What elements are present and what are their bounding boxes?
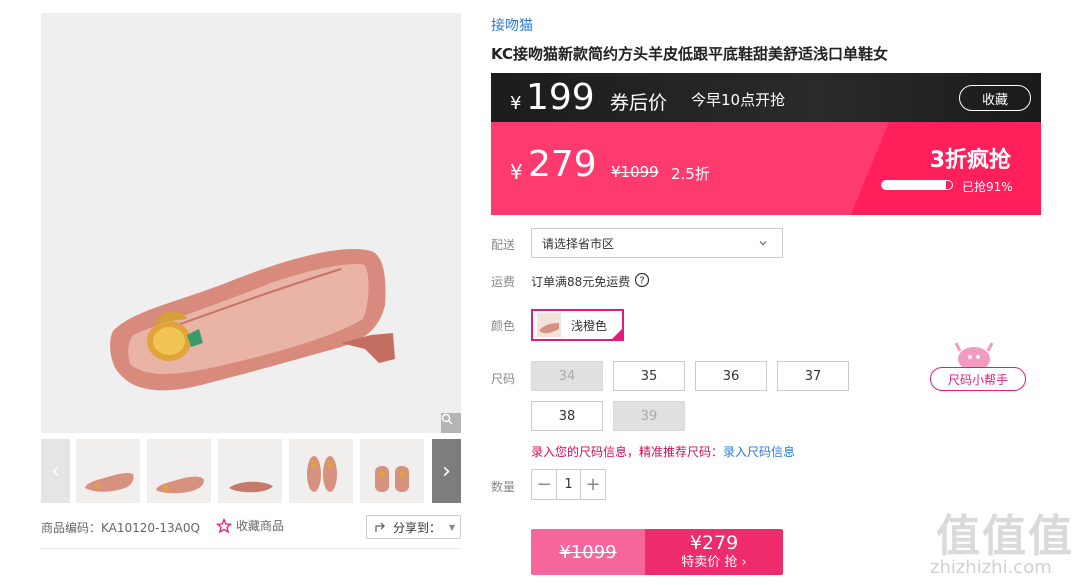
share-dropdown[interactable]: 分享到： ▼ — [366, 515, 461, 539]
thumbnail-strip: ‹ › — [41, 439, 461, 503]
size-label: 尺码 — [491, 372, 516, 386]
size-helper-button[interactable]: 尺码小帮手 — [930, 337, 1026, 391]
chevron-left-icon: ‹ — [51, 458, 60, 484]
thumb-prev-button[interactable]: ‹ — [41, 439, 70, 503]
chevron-right-icon: › — [442, 458, 451, 484]
buy-original-price: ¥1099 — [531, 529, 645, 575]
watermark-logo: 值值值 — [936, 511, 1074, 562]
currency-symbol: ¥ — [510, 93, 522, 114]
sold-progress-fill — [882, 181, 946, 189]
product-meta-row: 商品编码：KA10120-13A0Q 收藏商品 分享到： ▼ — [41, 515, 461, 539]
flash-sale-label: 3折疯抢 — [929, 148, 1011, 173]
discount-label: 2.5折 — [671, 165, 710, 183]
product-main-image — [41, 13, 461, 433]
quantity-stepper: − 1 + — [531, 469, 606, 500]
currency-symbol: ¥ — [510, 160, 523, 184]
thumbnail-item[interactable] — [289, 439, 353, 503]
size-option[interactable]: 34 — [531, 361, 603, 391]
sold-progress-bar — [881, 180, 953, 190]
size-option[interactable]: 38 — [531, 401, 603, 431]
shipping-info: 订单满88元免运费 — [531, 275, 631, 289]
color-option-selected[interactable]: 浅橙色 — [531, 309, 624, 341]
thumbnail-item[interactable] — [218, 439, 282, 503]
product-code: 商品编码：KA10120-13A0Q — [41, 521, 200, 535]
size-option[interactable]: 36 — [695, 361, 767, 391]
sale-start-time: 今早10点开抢 — [691, 91, 786, 109]
size-helper-label: 尺码小帮手 — [930, 367, 1026, 391]
thumbnail-item[interactable] — [147, 439, 211, 503]
brand-link[interactable]: 接吻猫 — [491, 15, 533, 35]
site-watermark: 值值值 zhizhizhi.com — [930, 500, 1080, 582]
original-price: ¥1099 — [611, 163, 659, 181]
divider — [41, 548, 461, 549]
coupon-price-label: 券后价 — [610, 92, 668, 114]
share-icon — [375, 522, 385, 532]
thumbnail-item[interactable] — [360, 439, 424, 503]
size-info-row: 录入您的尺码信息，精准推荐尺码：录入尺码信息 — [531, 443, 795, 460]
zoom-icon[interactable] — [441, 413, 461, 433]
star-icon — [216, 517, 232, 533]
color-swatch-image — [537, 313, 561, 337]
quantity-input[interactable]: 1 — [556, 470, 581, 499]
size-option[interactable]: 35 — [613, 361, 685, 391]
thumbnail-item[interactable] — [76, 439, 140, 503]
sold-percent-label: 已抢91% — [962, 180, 1013, 194]
shipping-label: 运费 — [491, 275, 516, 289]
size-option[interactable]: 39 — [613, 401, 685, 431]
favorite-product-button[interactable]: 收藏商品 — [216, 517, 284, 534]
decrement-button[interactable]: − — [532, 470, 556, 499]
delivery-region-select[interactable]: 请选择省市区 — [531, 228, 783, 258]
caret-down-icon: ▼ — [449, 522, 456, 532]
selected-check-icon — [611, 328, 623, 340]
coupon-price-bar: ¥ 199 券后价 今早10点开抢 收藏 — [491, 73, 1041, 122]
sale-price-bar: ¥ 279 ¥1099 2.5折 3折疯抢 已抢91% — [491, 122, 1041, 215]
product-title: KC接吻猫新款简约方头羊皮低跟平底鞋甜美舒适浅口单鞋女 — [491, 45, 888, 63]
chevron-down-icon — [759, 241, 767, 246]
delivery-placeholder: 请选择省市区 — [542, 236, 615, 251]
buy-sale-price: ¥279 — [689, 532, 739, 554]
collect-button[interactable]: 收藏 — [959, 85, 1031, 111]
coupon-price: 199 — [526, 77, 595, 118]
size-info-link[interactable]: 录入尺码信息 — [723, 445, 795, 459]
buy-now-button[interactable]: ¥1099 ¥279 特卖价 抢 › — [531, 529, 783, 575]
size-info-text: 录入您的尺码信息，精准推荐尺码： — [531, 445, 724, 459]
svg-text:?: ? — [639, 276, 644, 287]
buy-sale-section: ¥279 特卖价 抢 › — [645, 529, 783, 575]
increment-button[interactable]: + — [581, 470, 605, 499]
help-icon[interactable]: ? — [634, 272, 650, 288]
thumb-next-button[interactable]: › — [432, 439, 461, 503]
buy-label: 特卖价 抢 › — [681, 555, 747, 570]
delivery-label: 配送 — [491, 238, 516, 252]
quantity-label: 数量 — [491, 480, 516, 494]
sale-price: 279 — [528, 144, 597, 185]
favorite-label: 收藏商品 — [236, 519, 285, 533]
watermark-url: zhizhizhi.com — [930, 557, 1052, 578]
share-label: 分享到： — [393, 520, 442, 535]
color-label: 颜色 — [491, 319, 516, 333]
size-option[interactable]: 37 — [777, 361, 849, 391]
color-option-label: 浅橙色 — [571, 318, 608, 333]
